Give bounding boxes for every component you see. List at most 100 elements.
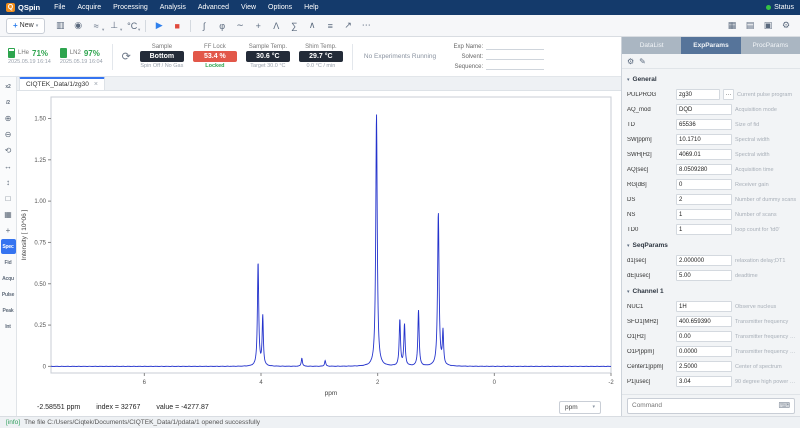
zoom-reset-icon[interactable]: ⟲ bbox=[1, 143, 16, 158]
sequence-label: Sequence: bbox=[447, 64, 483, 70]
param-value-input[interactable]: 1 bbox=[676, 224, 732, 235]
lock-display-icon[interactable]: ◉ bbox=[70, 18, 86, 34]
menu-acquire[interactable]: Acquire bbox=[71, 0, 107, 15]
tab-datalist[interactable]: DataList bbox=[622, 37, 681, 54]
overlay-icon[interactable]: ≡ bbox=[322, 18, 338, 34]
layout-icon[interactable]: ▦ bbox=[724, 18, 740, 34]
zoom-out-icon[interactable]: ⊖ bbox=[1, 127, 16, 142]
param-value-input[interactable]: 4069.01 bbox=[676, 149, 732, 160]
close-icon[interactable]: × bbox=[94, 81, 98, 88]
param-value-input[interactable]: 2 bbox=[676, 194, 732, 205]
full-view-icon[interactable]: □ bbox=[1, 191, 16, 206]
fit-height-icon[interactable]: ↕ bbox=[1, 175, 16, 190]
parameter-list: ▾GeneralPULPROGzg30…Current pulse progra… bbox=[622, 69, 800, 394]
toolbar-icons: ▥◉≈▾⊥▾°C▾ ▶■ ∫φ∼+Λ∑∧≡↗⋯ bbox=[52, 18, 721, 34]
param-value-input[interactable]: 65536 bbox=[676, 119, 732, 130]
param-value-input[interactable]: 8.0509280 bbox=[676, 164, 732, 175]
new-button[interactable]: + New ▾ bbox=[6, 18, 45, 34]
cascade-windows-icon[interactable]: ▣ bbox=[760, 18, 776, 34]
keyboard-icon[interactable]: ⌨ bbox=[778, 401, 790, 410]
param-value-input[interactable]: zg30 bbox=[676, 89, 720, 100]
param-row-p1-usec: P1[usec]3.0490 degree high power pulse bbox=[627, 374, 797, 389]
phase-icon[interactable]: φ bbox=[214, 18, 230, 34]
view-spec-button[interactable]: Spec bbox=[1, 239, 16, 254]
spectrum-plot: 6420-200.250.500.751.001.251.50ppmIntens… bbox=[17, 91, 621, 398]
param-value-input[interactable]: 400.659390 bbox=[676, 316, 732, 327]
integrate-icon[interactable]: ∑ bbox=[286, 18, 302, 34]
stop-button[interactable]: ■ bbox=[169, 18, 185, 34]
toolbar: + New ▾ ▥◉≈▾⊥▾°C▾ ▶■ ∫φ∼+Λ∑∧≡↗⋯ ▦▤▣⚙ bbox=[0, 15, 800, 37]
param-desc: Current pulse program bbox=[737, 92, 797, 98]
param-label: SWH[Hz] bbox=[627, 152, 673, 158]
probe-icon[interactable]: ⊥▾ bbox=[106, 18, 122, 34]
lhe-label: LHe bbox=[18, 50, 29, 56]
section-channel-1[interactable]: ▾Channel 1 bbox=[627, 284, 797, 299]
param-value-input[interactable]: 2.000000 bbox=[676, 255, 732, 266]
browse-button[interactable]: … bbox=[723, 89, 734, 100]
menu-help[interactable]: Help bbox=[298, 0, 324, 15]
console-icon[interactable]: ▥ bbox=[52, 18, 68, 34]
param-row-o1p-ppm: O1P[ppm]0.0000Transmitter frequency offs… bbox=[627, 344, 797, 359]
tile-windows-icon[interactable]: ▤ bbox=[742, 18, 758, 34]
view-int-button[interactable]: Int bbox=[1, 319, 16, 334]
menu-processing[interactable]: Processing bbox=[107, 0, 154, 15]
menu-file[interactable]: File bbox=[48, 0, 71, 15]
crosshair-icon[interactable]: + bbox=[1, 223, 16, 238]
section-general[interactable]: ▾General bbox=[627, 72, 797, 87]
sample-temp-status: Sample Temp. 30.6 °C Target 30.0 °C bbox=[246, 44, 290, 69]
spectrum-tab[interactable]: CIQTEK_Data/1/zg30 × bbox=[19, 77, 105, 90]
multiplet-icon[interactable]: ∧ bbox=[304, 18, 320, 34]
view-acqu-button[interactable]: Acqu bbox=[1, 271, 16, 286]
calibrate-icon[interactable]: + bbox=[250, 18, 266, 34]
menu-options[interactable]: Options bbox=[262, 0, 298, 15]
param-label: DS bbox=[627, 197, 673, 203]
section-seqparams[interactable]: ▾SeqParams bbox=[627, 238, 797, 253]
spectrum-canvas[interactable]: 6420-200.250.500.751.001.251.50ppmIntens… bbox=[17, 91, 621, 398]
params-edit-icon[interactable]: ✎ bbox=[639, 57, 646, 66]
params-settings-icon[interactable]: ⚙ bbox=[627, 57, 634, 66]
view-pulse-button[interactable]: Pulse bbox=[1, 287, 16, 302]
tab-expparams[interactable]: ExpParams bbox=[681, 37, 740, 54]
fit-width-icon[interactable]: ↔ bbox=[1, 159, 16, 174]
zoom-in-icon[interactable]: ⊕ bbox=[1, 111, 16, 126]
unit-select[interactable]: ppm ▾ bbox=[559, 401, 601, 414]
expand-icon[interactable]: ↗ bbox=[340, 18, 356, 34]
param-value-input[interactable]: 1H bbox=[676, 301, 732, 312]
exp-name-field[interactable] bbox=[486, 43, 544, 50]
grid-icon[interactable]: ▦ bbox=[1, 207, 16, 222]
shim-icon[interactable]: ≈▾ bbox=[88, 18, 104, 34]
param-value-input[interactable]: 1 bbox=[676, 209, 732, 220]
param-label: Center1[ppm] bbox=[627, 364, 673, 370]
view-peak-button[interactable]: Peak bbox=[1, 303, 16, 318]
menu-advanced[interactable]: Advanced bbox=[192, 0, 235, 15]
start-button[interactable]: ▶ bbox=[151, 18, 167, 34]
param-value-input[interactable]: 10.1710 bbox=[676, 134, 732, 145]
scale-x2-button[interactable]: x2 bbox=[1, 79, 16, 94]
view-fid-button[interactable]: Fid bbox=[1, 255, 16, 270]
peak-pick-icon[interactable]: Λ bbox=[268, 18, 284, 34]
tab-procparams[interactable]: ProcParams bbox=[741, 37, 800, 54]
command-input[interactable] bbox=[632, 402, 775, 409]
param-value-input[interactable]: DQD bbox=[676, 104, 732, 115]
status-indicator[interactable]: Status bbox=[766, 4, 794, 11]
param-value-input[interactable]: 2.5000 bbox=[676, 361, 732, 372]
more-button[interactable]: ⋯ bbox=[358, 18, 374, 34]
param-label: O1[Hz] bbox=[627, 334, 673, 340]
menu-analysis[interactable]: Analysis bbox=[154, 0, 192, 15]
solvent-field[interactable] bbox=[486, 53, 544, 60]
temperature-icon[interactable]: °C▾ bbox=[124, 18, 140, 34]
menu-view[interactable]: View bbox=[235, 0, 262, 15]
param-value-input[interactable]: 3.04 bbox=[676, 376, 732, 387]
ft-icon[interactable]: ∫ bbox=[196, 18, 212, 34]
sequence-field[interactable] bbox=[486, 63, 544, 70]
param-desc: Acquisition mode bbox=[735, 107, 797, 113]
param-value-input[interactable]: 0 bbox=[676, 179, 732, 190]
param-value-input[interactable]: 0.0000 bbox=[676, 346, 732, 357]
param-value-input[interactable]: 5.00 bbox=[676, 270, 732, 281]
svg-text:1.00: 1.00 bbox=[34, 199, 46, 205]
settings-icon[interactable]: ⚙ bbox=[778, 18, 794, 34]
param-label: TD0 bbox=[627, 227, 673, 233]
baseline-icon[interactable]: ∼ bbox=[232, 18, 248, 34]
scale-half-button[interactable]: /2 bbox=[1, 95, 16, 110]
param-value-input[interactable]: 0.00 bbox=[676, 331, 732, 342]
